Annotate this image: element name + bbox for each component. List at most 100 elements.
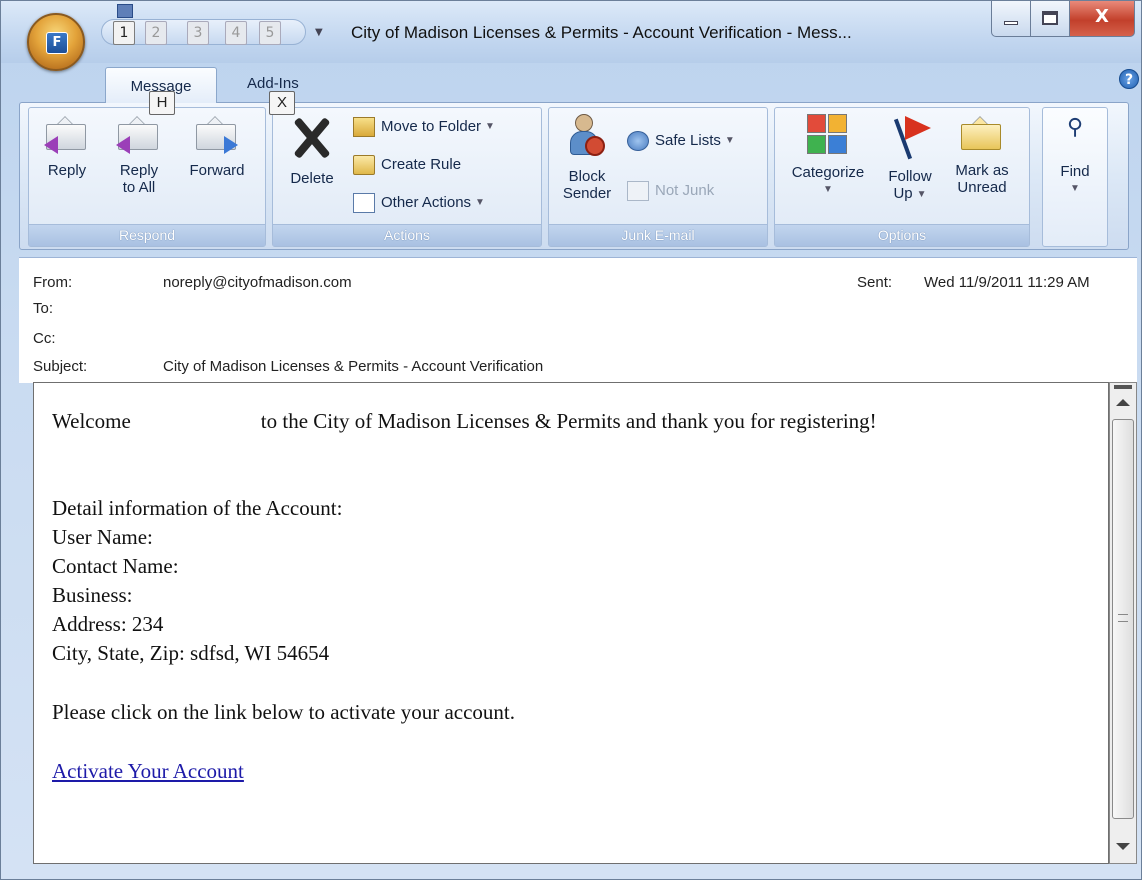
group-label-options: Options bbox=[775, 224, 1029, 246]
find-caret-icon: ▼ bbox=[1070, 183, 1080, 194]
message-body-content: Welcome to the City of Madison Licenses &… bbox=[52, 407, 1092, 786]
address-line: Address: 234 bbox=[52, 612, 164, 636]
mark-as-unread-button[interactable]: Mark as Unread bbox=[947, 114, 1017, 196]
activate-account-link[interactable]: Activate Your Account bbox=[52, 759, 244, 783]
not-junk-label: Not Junk bbox=[655, 182, 715, 199]
find-button[interactable]: ⚲ Find ▼ bbox=[1047, 114, 1103, 197]
group-actions: Delete Move to Folder ▼ Create Rule Other… bbox=[272, 107, 542, 247]
follow-up-caret-icon: ▼ bbox=[916, 188, 927, 200]
qat-keytip-4: 4 bbox=[225, 21, 247, 45]
block-sender-label-2: Sender bbox=[562, 185, 612, 202]
ribbon: Reply Reply to All Forward Respond Delet… bbox=[19, 102, 1129, 250]
tab-add-ins[interactable]: Add-Ins bbox=[247, 75, 299, 92]
sent-value: Wed 11/9/2011 11:29 AM bbox=[924, 274, 1090, 291]
group-respond: Reply Reply to All Forward Respond bbox=[28, 107, 266, 247]
instruction-line: Please click on the link below to activa… bbox=[52, 700, 516, 724]
binoculars-icon: ⚲ bbox=[1066, 114, 1084, 139]
rule-icon bbox=[353, 155, 375, 176]
safe-lists-button[interactable]: Safe Lists ▼ bbox=[627, 128, 735, 154]
block-sender-label-1: Block bbox=[568, 168, 606, 185]
forward-button[interactable]: Forward bbox=[179, 114, 255, 179]
keytip-message: H bbox=[149, 91, 175, 115]
cc-label: Cc: bbox=[33, 330, 56, 347]
create-rule-label: Create Rule bbox=[381, 156, 462, 173]
mark-unread-icon bbox=[959, 114, 1005, 154]
outlook-message-window: 1 2 3 4 5 ▼ City of Madison Licenses & P… bbox=[0, 0, 1142, 880]
follow-up-button[interactable]: Follow Up ▼ bbox=[879, 114, 941, 203]
safe-lists-caret-icon: ▼ bbox=[724, 135, 735, 147]
minimize-button[interactable] bbox=[991, 1, 1031, 37]
safe-lists-icon bbox=[627, 131, 649, 152]
scroll-thumb[interactable] bbox=[1112, 419, 1134, 819]
close-button[interactable]: X bbox=[1069, 1, 1135, 37]
follow-up-label-1: Follow bbox=[888, 168, 932, 185]
block-sender-button[interactable]: Block Sender bbox=[557, 114, 617, 202]
qat-keytip-5: 5 bbox=[259, 21, 281, 45]
forward-label: Forward bbox=[189, 162, 245, 179]
follow-up-label-2: Up bbox=[893, 185, 913, 202]
detail-heading: Detail information of the Account: bbox=[52, 496, 343, 520]
qat-keytip-1: 1 bbox=[113, 21, 135, 45]
scroll-grip-icon bbox=[1118, 614, 1128, 622]
save-icon[interactable] bbox=[117, 4, 133, 18]
subject-value: City of Madison Licenses & Permits - Acc… bbox=[163, 358, 544, 375]
qat-keytip-3: 3 bbox=[187, 21, 209, 45]
group-find: ⚲ Find ▼ bbox=[1042, 107, 1108, 247]
categorize-caret-icon: ▼ bbox=[823, 184, 833, 195]
not-junk-button[interactable]: Not Junk bbox=[627, 178, 714, 204]
reply-label: Reply bbox=[47, 162, 87, 179]
from-label: From: bbox=[33, 274, 73, 291]
title-bar: 1 2 3 4 5 ▼ City of Madison Licenses & P… bbox=[1, 1, 1141, 63]
to-label: To: bbox=[33, 300, 54, 317]
qat-dropdown-icon[interactable]: ▼ bbox=[315, 27, 323, 38]
reply-button[interactable]: Reply bbox=[41, 114, 93, 179]
move-to-folder-caret-icon: ▼ bbox=[485, 121, 495, 133]
reply-icon bbox=[44, 114, 90, 154]
office-button[interactable]: F bbox=[27, 13, 85, 71]
folder-move-icon bbox=[353, 117, 375, 138]
block-sender-icon bbox=[567, 114, 607, 160]
delete-label: Delete bbox=[290, 170, 334, 187]
other-actions-label: Other Actions bbox=[381, 194, 472, 211]
window-title: City of Madison Licenses & Permits - Acc… bbox=[351, 23, 852, 42]
categorize-button[interactable]: Categorize ▼ bbox=[783, 114, 873, 198]
follow-up-flag-icon bbox=[889, 114, 931, 160]
help-icon[interactable]: ? bbox=[1119, 69, 1139, 89]
delete-icon bbox=[288, 114, 336, 162]
split-handle-icon[interactable] bbox=[1114, 385, 1132, 389]
reply-all-icon bbox=[116, 114, 162, 154]
message-body[interactable]: Welcome to the City of Madison Licenses &… bbox=[33, 382, 1109, 864]
move-to-folder-button[interactable]: Move to Folder ▼ bbox=[353, 114, 495, 140]
delete-button[interactable]: Delete bbox=[283, 114, 341, 187]
create-rule-button[interactable]: Create Rule bbox=[353, 152, 461, 178]
maximize-icon bbox=[1042, 11, 1058, 25]
group-label-actions: Actions bbox=[273, 224, 541, 246]
scroll-up-arrow-icon[interactable] bbox=[1116, 399, 1130, 406]
not-junk-icon bbox=[627, 181, 649, 202]
vertical-scrollbar[interactable] bbox=[1109, 382, 1137, 864]
reply-all-label-2: to All bbox=[122, 179, 156, 196]
other-actions-button[interactable]: Other Actions ▼ bbox=[353, 190, 485, 216]
business-line: Business: bbox=[52, 583, 133, 607]
categorize-label: Categorize bbox=[791, 164, 865, 181]
mark-unread-label-1: Mark as bbox=[955, 162, 1009, 179]
maximize-button[interactable] bbox=[1030, 1, 1070, 37]
scroll-down-arrow-icon[interactable] bbox=[1116, 843, 1130, 850]
group-junk-email: Block Sender Safe Lists▼ Not Junk ↘ Junk… bbox=[548, 107, 768, 247]
group-options: Categorize ▼ Follow Up▼ Mark as Unread ↘… bbox=[774, 107, 1030, 247]
group-label-respond: Respond bbox=[29, 224, 265, 246]
other-actions-icon bbox=[353, 193, 375, 214]
contact-name-line: Contact Name: bbox=[52, 554, 179, 578]
subject-label: Subject: bbox=[33, 358, 88, 375]
from-value[interactable]: noreply@cityofmadison.com bbox=[163, 274, 352, 291]
welcome-prefix: Welcome bbox=[52, 409, 131, 433]
categorize-icon bbox=[807, 114, 849, 156]
minimize-icon bbox=[1004, 21, 1018, 25]
reply-all-button[interactable]: Reply to All bbox=[109, 114, 169, 196]
keytip-add-ins: X bbox=[269, 91, 295, 115]
qat-keytip-2: 2 bbox=[145, 21, 167, 45]
office-logo-icon: F bbox=[46, 32, 68, 54]
welcome-line: Welcome to the City of Madison Licenses &… bbox=[52, 407, 1092, 436]
sent-label: Sent: bbox=[857, 274, 893, 291]
city-state-zip-line: City, State, Zip: sdfsd, WI 54654 bbox=[52, 641, 330, 665]
